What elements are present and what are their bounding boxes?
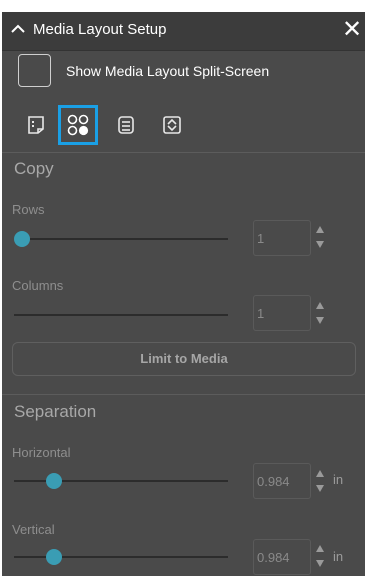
horizontal-label: Horizontal [12,445,71,460]
split-screen-label: Show Media Layout Split-Screen [66,63,270,79]
vertical-slider[interactable] [14,549,228,565]
single-page-icon[interactable] [16,105,56,145]
vertical-label: Vertical [12,522,55,537]
panel-title: Media Layout Setup [33,21,167,38]
rows-input[interactable] [253,220,311,256]
divider [2,152,365,153]
vertical-input[interactable] [253,539,311,575]
columns-stepper[interactable] [316,300,326,328]
divider [2,394,365,395]
horizontal-decrement-icon[interactable] [316,485,324,492]
columns-slider[interactable] [14,314,228,316]
columns-label: Columns [12,278,64,293]
separation-section-title: Separation [14,402,97,421]
vertical-slider-thumb[interactable] [46,549,62,565]
columns-increment-icon[interactable] [316,302,324,309]
media-layout-setup-panel: Media Layout Setup ✕ Show Media Layout S… [2,12,365,576]
horizontal-increment-icon[interactable] [316,470,324,477]
columns-input[interactable] [253,295,311,331]
copy-section-title: Copy [14,159,54,178]
horizontal-unit: in [333,472,344,487]
chevron-up-icon[interactable] [11,24,25,34]
close-icon[interactable]: ✕ [342,17,364,43]
rows-stepper[interactable] [316,224,326,252]
rows-increment-icon[interactable] [316,226,324,233]
rows-slider[interactable] [14,231,228,247]
vertical-stepper[interactable] [316,543,326,571]
rows-decrement-icon[interactable] [316,241,324,248]
rows-slider-thumb[interactable] [14,231,30,247]
grid-copies-icon[interactable] [58,105,98,145]
vertical-increment-icon[interactable] [316,545,324,552]
horizontal-slider-thumb[interactable] [46,473,62,489]
columns-decrement-icon[interactable] [316,317,324,324]
horizontal-stepper[interactable] [316,468,326,496]
limit-to-media-button[interactable]: Limit to Media [12,342,356,376]
horizontal-input[interactable] [253,463,311,499]
roll-icon[interactable] [106,105,146,145]
fit-icon[interactable] [152,105,192,145]
vertical-decrement-icon[interactable] [316,560,324,567]
panel-header: Media Layout Setup ✕ [2,12,365,51]
vertical-unit: in [333,549,344,564]
rows-label: Rows [12,202,45,217]
split-screen-checkbox[interactable] [18,54,51,87]
horizontal-slider[interactable] [14,473,228,489]
